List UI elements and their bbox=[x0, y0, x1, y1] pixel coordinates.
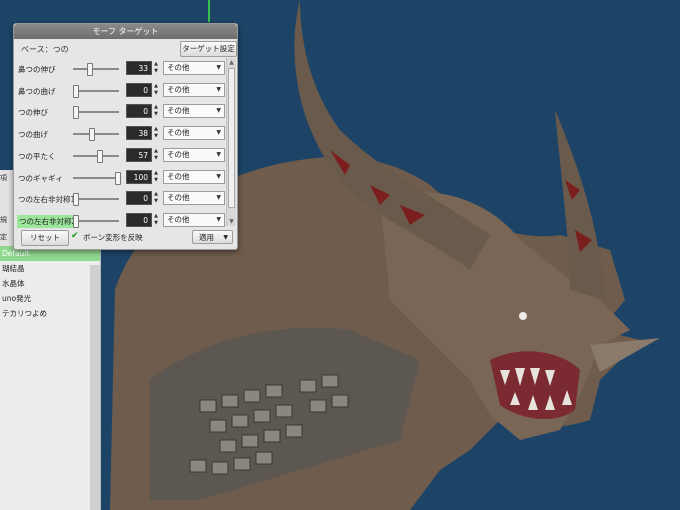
morph-slider-thumb[interactable] bbox=[86, 63, 93, 76]
morph-slider-track[interactable] bbox=[73, 111, 119, 114]
morph-row: つの左右非対称2 0 ▲ ▼ その他 ▼ bbox=[14, 210, 226, 231]
spinner-arrows-icon[interactable]: ▲ ▼ bbox=[153, 170, 159, 184]
morph-value-field[interactable]: 0 bbox=[126, 82, 152, 97]
morph-row-label: 鼻つの曲げ bbox=[18, 86, 56, 96]
spinner-arrows-icon[interactable]: ▲ ▼ bbox=[153, 126, 159, 140]
morph-value-field[interactable]: 0 bbox=[126, 104, 152, 119]
spinner-arrows-icon[interactable]: ▲ ▼ bbox=[153, 61, 159, 75]
morph-slider-thumb[interactable] bbox=[115, 171, 121, 185]
spinner-arrows-icon[interactable]: ▲ ▼ bbox=[153, 213, 159, 227]
reset-button[interactable]: リセット bbox=[21, 230, 69, 246]
morph-row-label: つのギャギィ bbox=[18, 173, 63, 183]
spinner-arrows-icon[interactable]: ▲ ▼ bbox=[153, 104, 159, 118]
morph-row: つのギャギィ 100 ▲ ▼ その他 ▼ bbox=[14, 167, 226, 188]
material-item-3[interactable]: uno発光 bbox=[0, 291, 100, 306]
morph-slider-track[interactable] bbox=[73, 133, 119, 136]
chevron-down-icon: ▼ bbox=[216, 150, 221, 158]
morph-category-value: その他 bbox=[167, 84, 190, 94]
scroll-up-icon[interactable]: ▲ bbox=[227, 58, 236, 67]
spinner-arrows-icon[interactable]: ▲ ▼ bbox=[153, 148, 159, 162]
morph-slider-track[interactable] bbox=[73, 89, 119, 92]
morph-row-label: つの伸び bbox=[18, 108, 48, 118]
morph-row: つの平たく 57 ▲ ▼ その他 ▼ bbox=[14, 145, 226, 166]
bone-deform-label: ボーン変形を反映 bbox=[83, 233, 143, 242]
morph-value-field[interactable]: 38 bbox=[126, 126, 152, 141]
morph-category-select[interactable]: その他 ▼ bbox=[163, 212, 225, 227]
material-item-2[interactable]: 水晶体 bbox=[0, 276, 100, 291]
panel-tab-2[interactable]: 定 bbox=[0, 232, 7, 242]
morph-slider-thumb[interactable] bbox=[73, 193, 79, 207]
panel-scrollbar[interactable] bbox=[90, 265, 100, 510]
morph-slider-track[interactable] bbox=[73, 198, 119, 201]
morph-slider-thumb[interactable] bbox=[96, 149, 103, 163]
target-settings-button[interactable]: ターゲット設定 bbox=[180, 41, 237, 57]
checkmark-icon[interactable]: ✔ bbox=[71, 231, 81, 241]
morph-category-select[interactable]: その他 ▼ bbox=[163, 191, 225, 206]
morph-target-window: モーフ ターゲット ベース：つの ターゲット設定 鼻つの伸び 33 ▲ ▼ その他 ▼ 鼻つ… bbox=[13, 23, 238, 250]
panel-tab-0[interactable]: 項 bbox=[0, 173, 7, 183]
material-item-1[interactable]: 瑚結晶 bbox=[0, 261, 100, 276]
morph-category-value: その他 bbox=[167, 128, 190, 138]
morph-value-field[interactable]: 57 bbox=[126, 147, 152, 162]
chevron-down-icon: ▼ bbox=[216, 85, 221, 93]
morph-slider-thumb[interactable] bbox=[88, 128, 95, 142]
material-item-4[interactable]: テカリつよめ bbox=[0, 306, 100, 321]
base-label: ベース：つの bbox=[21, 45, 69, 54]
scroll-down-icon[interactable]: ▼ bbox=[227, 217, 236, 226]
panel-tab-1[interactable]: 規 bbox=[0, 215, 7, 225]
spinner-arrows-icon[interactable]: ▲ ▼ bbox=[153, 83, 159, 97]
morph-slider-thumb[interactable] bbox=[73, 106, 79, 120]
chevron-down-icon: ▼ bbox=[216, 194, 221, 202]
window-title[interactable]: モーフ ターゲット bbox=[14, 24, 237, 39]
morph-value-field[interactable]: 100 bbox=[126, 169, 152, 184]
morph-value-field[interactable]: 0 bbox=[126, 191, 152, 206]
chevron-down-icon: ▼ bbox=[216, 107, 221, 115]
morph-row-label: つの左右非対称1 bbox=[18, 195, 76, 205]
morph-row: 鼻つの伸び 33 ▲ ▼ その他 ▼ bbox=[14, 58, 226, 79]
morph-category-value: その他 bbox=[167, 149, 190, 159]
morph-category-select[interactable]: その他 ▼ bbox=[163, 147, 225, 162]
apply-label: 適用 bbox=[199, 233, 214, 242]
chevron-down-icon: ▼ bbox=[216, 172, 221, 180]
morph-category-value: その他 bbox=[167, 106, 190, 116]
morph-row: つの伸び 0 ▲ ▼ その他 ▼ bbox=[14, 101, 226, 122]
morph-row: 鼻つの曲げ 0 ▲ ▼ その他 ▼ bbox=[14, 80, 226, 101]
spinner-arrows-icon[interactable]: ▲ ▼ bbox=[153, 191, 159, 205]
morph-row-label: つの曲げ bbox=[18, 130, 48, 140]
morph-value-field[interactable]: 0 bbox=[126, 212, 152, 227]
morph-slider-track[interactable] bbox=[73, 176, 119, 179]
morph-category-value: その他 bbox=[167, 171, 190, 181]
morph-row: つの曲げ 38 ▲ ▼ その他 ▼ bbox=[14, 123, 226, 144]
scroll-thumb[interactable] bbox=[228, 68, 235, 208]
morph-category-value: その他 bbox=[167, 63, 190, 72]
morph-slider-track[interactable] bbox=[73, 219, 119, 222]
chevron-down-icon: ▼ bbox=[216, 129, 221, 137]
morph-category-value: その他 bbox=[167, 214, 190, 224]
morph-category-select[interactable]: その他 ▼ bbox=[163, 126, 225, 141]
morph-slider-track[interactable] bbox=[73, 68, 119, 70]
chevron-down-icon: ▼ bbox=[216, 64, 221, 71]
morph-row-label: つの左右非対称2 bbox=[17, 214, 79, 228]
morph-slider-thumb[interactable] bbox=[73, 84, 79, 98]
morph-category-value: その他 bbox=[167, 193, 190, 203]
morph-row-label: つの平たく bbox=[18, 151, 56, 161]
morph-slider-thumb[interactable] bbox=[73, 214, 79, 228]
morph-category-select[interactable]: その他 ▼ bbox=[163, 61, 225, 75]
morph-category-select[interactable]: その他 ▼ bbox=[163, 82, 225, 97]
morph-category-select[interactable]: その他 ▼ bbox=[163, 169, 225, 184]
chevron-down-icon: ▼ bbox=[216, 215, 221, 223]
morph-category-select[interactable]: その他 ▼ bbox=[163, 104, 225, 119]
morph-row-label: 鼻つの伸び bbox=[18, 65, 56, 74]
creature-eye bbox=[519, 312, 527, 320]
morph-scrollbar[interactable]: ▲ ▼ bbox=[226, 58, 236, 226]
apply-button[interactable]: 適用 ▼ bbox=[192, 230, 233, 244]
morph-row: つの左右非対称1 0 ▲ ▼ その他 ▼ bbox=[14, 188, 226, 209]
morph-value-field[interactable]: 33 bbox=[126, 61, 152, 75]
chevron-down-icon: ▼ bbox=[223, 234, 228, 241]
viewport-axis-line bbox=[208, 0, 210, 22]
